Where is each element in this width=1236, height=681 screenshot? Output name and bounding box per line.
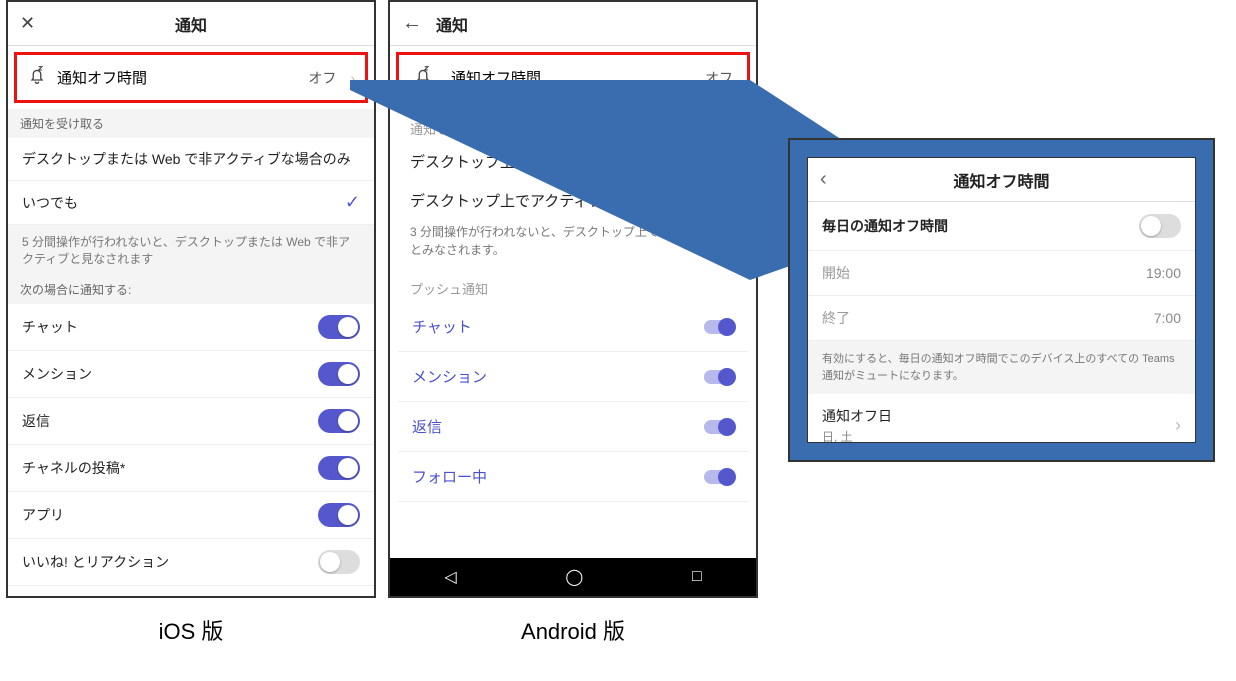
toggle-row[interactable]: 返信 — [398, 402, 748, 452]
daily-quiet-toggle[interactable] — [1139, 214, 1181, 238]
detail-header-title: 通知オフ時間 — [844, 168, 1159, 192]
toggle-row[interactable]: メンション — [398, 352, 748, 402]
chevron-left-icon[interactable]: ‹ — [820, 168, 827, 191]
toggle-label: 返信 — [412, 416, 704, 437]
push-caption: プッシュ通知 — [390, 269, 756, 302]
nav-back-icon[interactable]: ◁ — [444, 567, 456, 587]
toggle-switch[interactable] — [318, 409, 360, 433]
daily-quiet-toggle-row[interactable]: 毎日の通知オフ時間 — [808, 202, 1195, 251]
toggle-row[interactable]: いいね! とリアクション — [8, 539, 374, 586]
quiet-days-row[interactable]: 通知オフ日 日, 土 › — [808, 394, 1195, 443]
toggle-switch[interactable] — [704, 420, 734, 434]
end-time-row[interactable]: 終了 7:00 — [808, 296, 1195, 341]
android-option1[interactable]: デスクトップ上でアクティブな場合のみ — [390, 142, 756, 181]
toggle-switch[interactable] — [318, 456, 360, 480]
toggle-switch[interactable] — [318, 315, 360, 339]
option-always[interactable]: いつでも ✓ — [8, 181, 374, 225]
toggle-label: チャネルの投稿* — [22, 458, 318, 478]
ios-header: ✕ 通知 — [8, 2, 374, 46]
quiet-hours-label: 通知オフ時間 — [451, 67, 687, 88]
toggle-label: フォロー中 — [412, 466, 704, 487]
detail-note: 有効にすると、毎日の通知オフ時間でこのデバイス上のすべての Teams 通知がミ… — [808, 341, 1195, 394]
inactive-note: 5 分間操作が行われないと、デスクトップまたは Web で非アクティブと見なされ… — [8, 225, 374, 275]
android-option2[interactable]: デスクトップ上でアクティブな場合に — [390, 181, 756, 220]
toggle-row[interactable]: 返信 — [8, 398, 374, 445]
receive-caption: 通知を受け取る — [8, 109, 374, 138]
quiet-hours-value: オフ — [705, 68, 733, 88]
toggle-label: チャット — [22, 317, 318, 337]
notify-when-caption: 次の場合に通知する: — [8, 275, 374, 304]
bell-snooze-icon — [27, 65, 47, 90]
toggle-switch[interactable] — [704, 370, 734, 384]
quiet-hours-row-ios[interactable]: 通知オフ時間 オフ › — [14, 52, 368, 103]
ios-header-title: 通知 — [44, 12, 338, 36]
toggle-switch[interactable] — [318, 550, 360, 574]
toggle-label: メンション — [412, 366, 704, 387]
close-icon[interactable]: ✕ — [20, 13, 35, 34]
toggle-row[interactable]: メンション — [8, 351, 374, 398]
caption-ios: iOS 版 — [6, 614, 376, 646]
toggle-label: いいね! とリアクション — [22, 552, 318, 572]
quiet-hours-row-android[interactable]: 通知オフ時間 オフ — [396, 52, 750, 103]
chevron-right-icon: › — [1175, 415, 1181, 436]
toggle-switch[interactable] — [318, 597, 360, 598]
android-header: ← 通知 — [390, 2, 756, 46]
android-nav-bar: ◁ ◯ □ — [390, 558, 756, 596]
quiet-hours-label: 通知オフ時間 — [57, 67, 298, 88]
nav-home-icon[interactable]: ◯ — [565, 567, 583, 587]
quiet-hours-value: オフ — [308, 68, 336, 88]
toggle-label: 返信 — [22, 411, 318, 431]
toggle-row[interactable]: チャット — [398, 302, 748, 352]
quiet-hours-detail-panel: ‹ 通知オフ時間 毎日の通知オフ時間 開始 19:00 終了 7:00 有効にす… — [788, 138, 1215, 462]
toggle-label: チャット — [412, 316, 704, 337]
chevron-right-icon: › — [346, 70, 355, 86]
ios-screen: ✕ 通知 通知オフ時間 オフ › 通知を受け取る デスクトップまたは Web で… — [6, 0, 376, 598]
toggle-row[interactable]: チャット — [8, 304, 374, 351]
toggle-switch[interactable] — [704, 320, 734, 334]
android-header-title: 通知 — [426, 12, 744, 36]
toggle-row[interactable]: チャネルの投稿* — [8, 445, 374, 492]
start-time-row[interactable]: 開始 19:00 — [808, 251, 1195, 296]
android-screen: ← 通知 通知オフ時間 オフ 通知を受け取る デスクトップ上でアクティブな場合の… — [388, 0, 758, 598]
toggle-switch[interactable] — [704, 470, 734, 484]
detail-header: ‹ 通知オフ時間 — [808, 158, 1195, 202]
toggle-label: アプリ — [22, 505, 318, 525]
toggle-row[interactable]: フォロー中 — [398, 452, 748, 502]
toggle-switch[interactable] — [318, 362, 360, 386]
android-inactive-note: 3 分間操作が行われないと、デスクトップ上で非アクティブとみなされます。 — [390, 219, 756, 269]
option-inactive-only[interactable]: デスクトップまたは Web で非アクティブな場合のみ — [8, 138, 374, 181]
toggle-row[interactable]: アプリ — [8, 492, 374, 539]
caption-android: Android 版 — [388, 614, 758, 646]
bell-snooze-icon — [413, 65, 433, 90]
nav-recents-icon[interactable]: □ — [692, 568, 702, 586]
toggle-switch[interactable] — [318, 503, 360, 527]
receive-caption-android: 通知を受け取る — [390, 109, 756, 142]
back-arrow-icon[interactable]: ← — [402, 12, 422, 35]
checkmark-icon: ✓ — [345, 192, 360, 213]
toggle-row[interactable]: チームの更新のアラート — [8, 586, 374, 598]
toggle-label: メンション — [22, 364, 318, 384]
